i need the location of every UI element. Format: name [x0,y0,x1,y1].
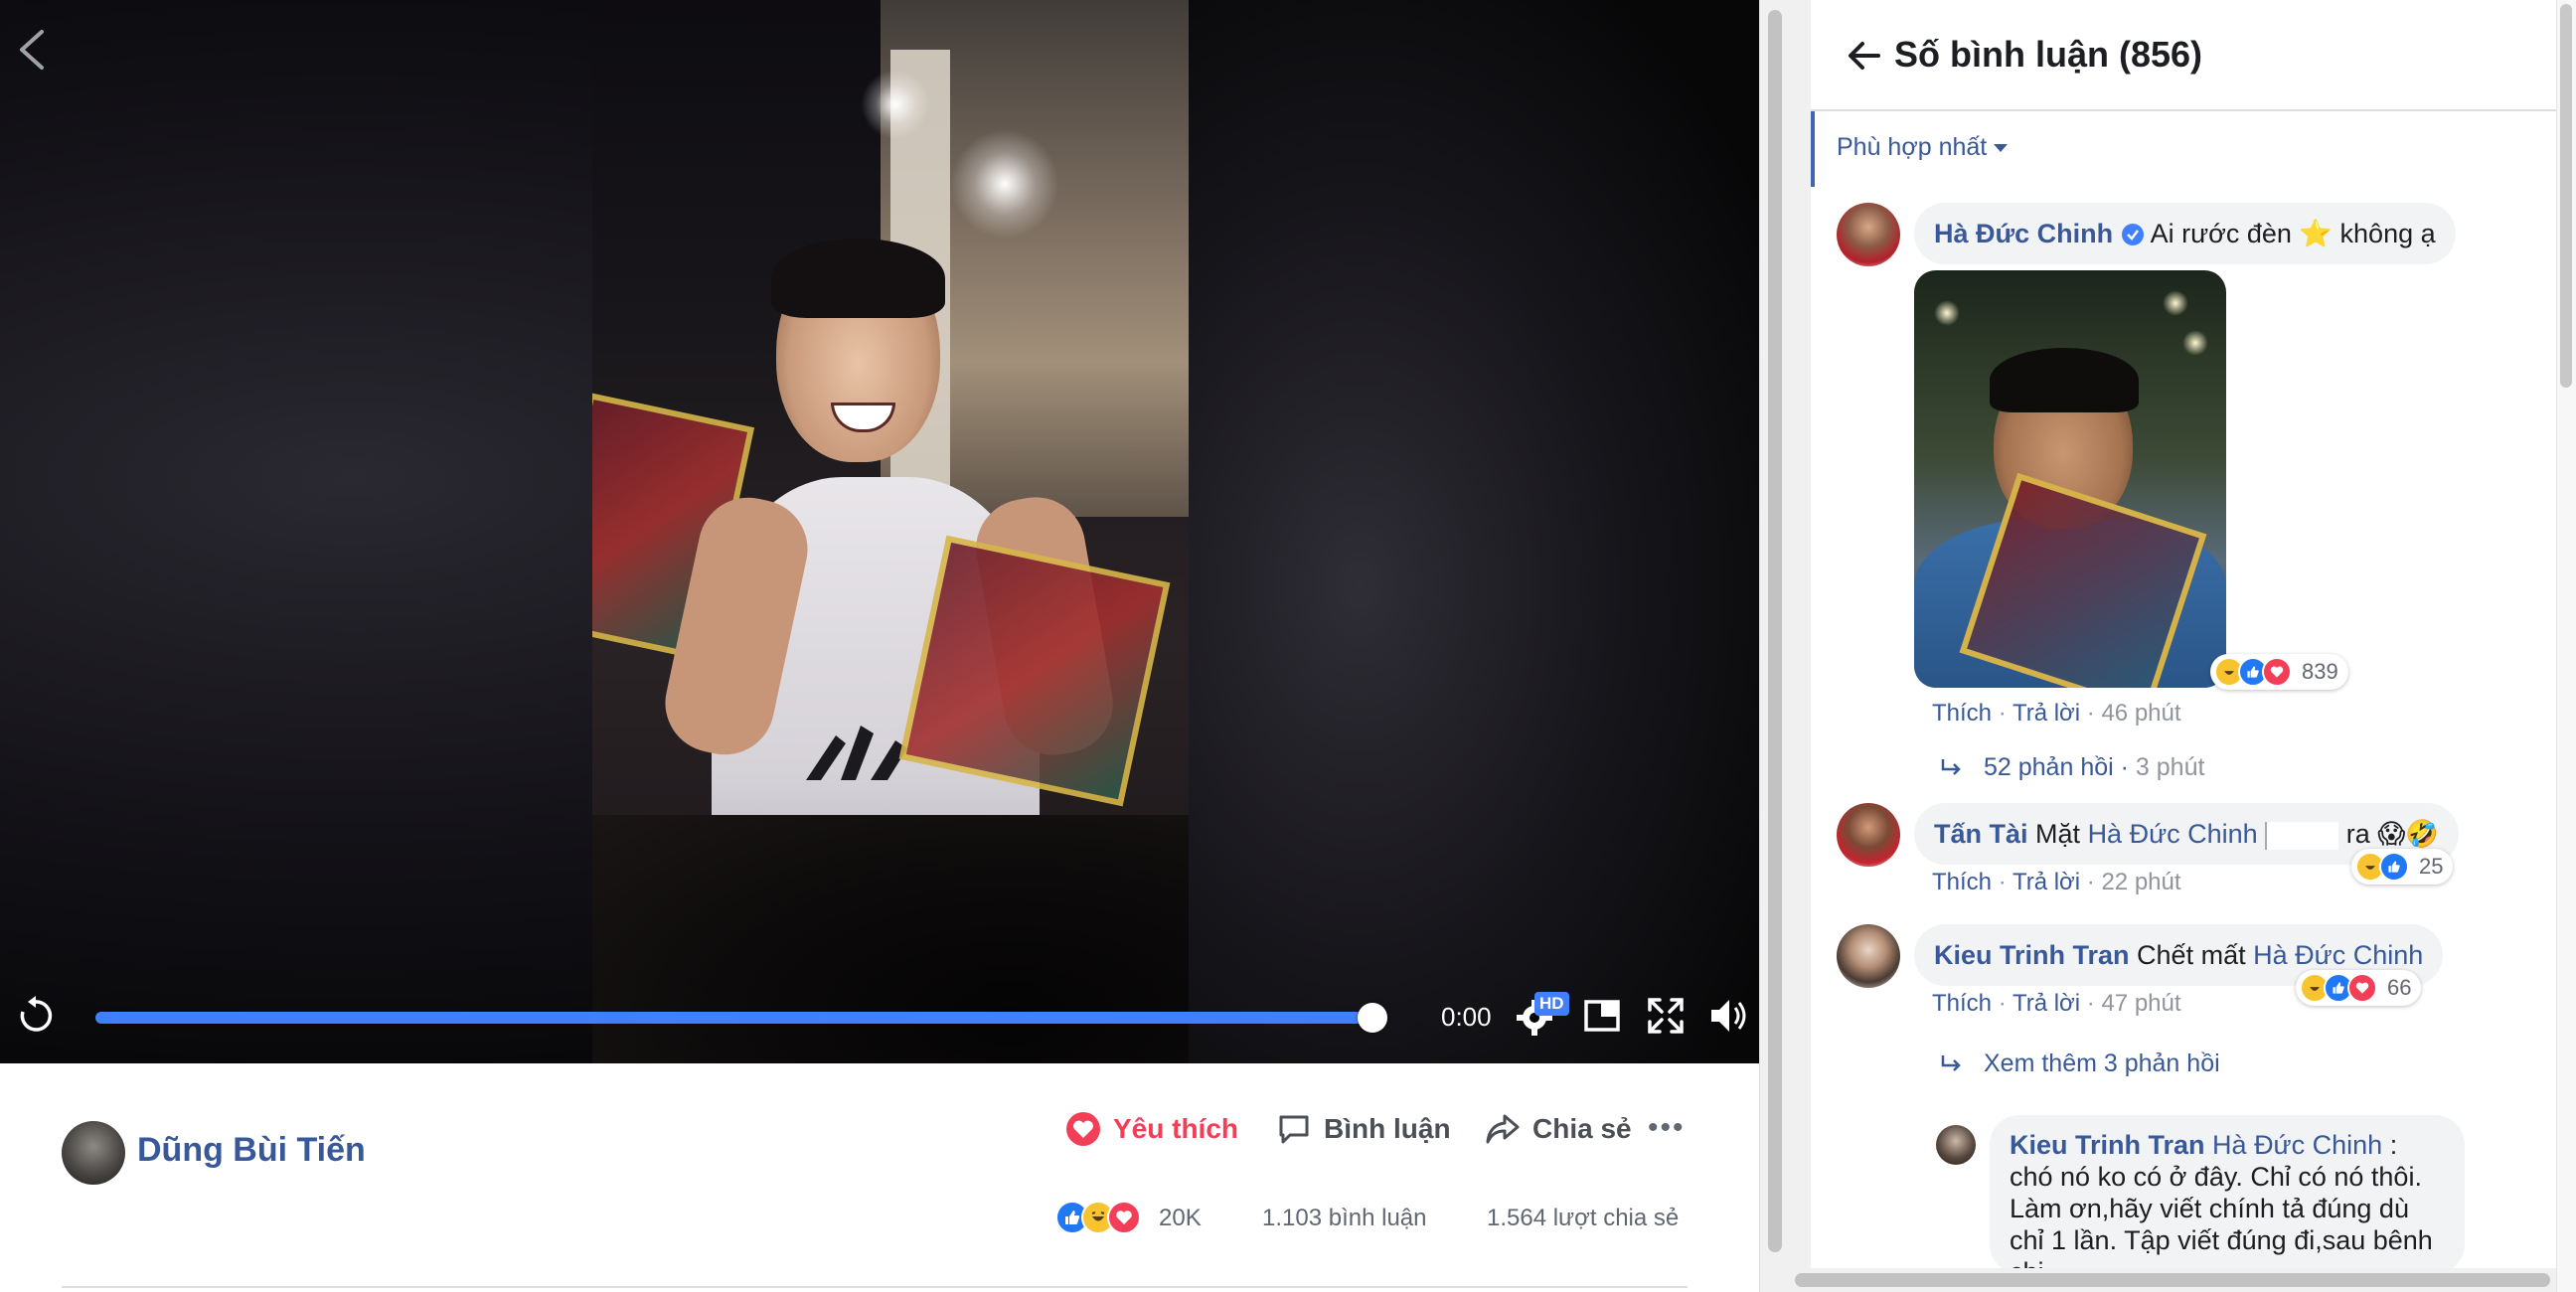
redacted-text [2265,821,2339,850]
photo-light [2163,290,2188,316]
love-heart-icon [1066,1112,1100,1146]
video-progress-bar[interactable] [95,1012,1373,1024]
page-scrollbar[interactable] [1759,0,1811,1292]
view-replies-link[interactable]: 52 phản hồi · 3 phút [1940,753,2204,782]
comment-button[interactable]: Bình luận [1276,1107,1451,1151]
author-avatar[interactable] [62,1121,125,1185]
replies-time: 3 phút [2135,753,2205,781]
comment-text: Ai rước đèn ⭐ không ạ [2150,219,2436,248]
arrow-left-icon[interactable] [1847,38,1882,74]
comment-actions: Thích · Trả lời · 22 phút [1932,869,2181,895]
reply-arrow-icon [1941,1054,1961,1071]
photo-hair [1990,348,2139,412]
view-more-replies-label: Xem thêm 3 phản hồi [1984,1050,2220,1077]
comments-scrollbar-thumb[interactable] [2560,4,2572,388]
post-footer [0,1063,1759,1292]
reply-bubble: Kieu Trinh Tran Hà Đức Chinh : chó nó ko… [1990,1115,2465,1274]
comment-time: 22 phút [2101,869,2181,895]
author-name[interactable]: Dũng Bùi Tiến [137,1131,366,1170]
comment-reactions[interactable]: 839 [2210,654,2348,690]
comments-count[interactable]: 1.103 bình luận [1262,1205,1426,1232]
volume-icon[interactable] [1707,994,1751,1038]
horizontal-scrollbar-thumb[interactable] [1795,1273,2550,1287]
verified-badge-icon [2121,224,2144,245]
comment-reaction-count: 25 [2419,854,2444,879]
comment-text: Chết mất [2137,940,2246,970]
comment-bubble: Hà Đức Chinh Ai rước đèn ⭐ không ạ [1914,203,2456,264]
love-reaction-icon [2347,973,2377,1003]
replay-icon[interactable] [14,994,58,1038]
commenter-avatar[interactable] [1837,203,1900,266]
video-player[interactable]: 0:00 HD [0,0,1759,1063]
page-scrollbar-thumb[interactable] [1768,10,1782,1252]
comment-attached-photo[interactable] [1914,270,2226,688]
commenter-name[interactable]: Hà Đức Chinh [1934,219,2113,248]
comment-actions: Thích · Trả lời · 46 phút [1932,700,2181,727]
comments-panel-title: Số bình luận (856) [1894,34,2203,75]
comment-bubble-icon [1279,1115,1309,1144]
video-person-hair [771,239,945,318]
video-lantern-right [898,535,1171,807]
commenter-name[interactable]: Tấn Tài [1934,819,2028,849]
love-reaction-label: Yêu thích [1113,1113,1239,1144]
shares-count[interactable]: 1.564 lượt chia sẻ [1487,1205,1679,1232]
video-ceiling-light [861,70,930,139]
post-reaction-icons[interactable] [1055,1201,1141,1234]
video-time: 0:00 [1441,1002,1492,1032]
more-options-button[interactable]: ••• [1648,1111,1686,1145]
comment-time: 47 phút [2101,990,2181,1017]
caret-down-icon[interactable] [1994,144,2008,152]
video-ceiling-light [950,129,1059,239]
comment-reactions[interactable]: 25 [2351,849,2454,885]
comment-reaction-count: 839 [2302,659,2338,684]
like-comment-link[interactable]: Thích [1932,990,1992,1017]
commenter-avatar[interactable] [1837,924,1900,988]
reply-comment-link[interactable]: Trả lời [2012,990,2080,1017]
photo-light [1934,300,1960,326]
fullscreen-icon[interactable] [1644,994,1688,1038]
video-frame[interactable] [592,0,1189,1063]
comment-reactions[interactable]: 66 [2296,970,2422,1006]
like-reaction-icon [2379,852,2409,882]
reply-author-name[interactable]: Kieu Trinh Tran [2010,1130,2205,1160]
like-comment-link[interactable]: Thích [1932,700,1992,727]
comment-reaction-count: 66 [2387,975,2412,1000]
commenter-avatar[interactable] [1837,803,1900,867]
comment-text-end: ra 😱🤣 [2345,819,2440,849]
share-arrow-icon [1486,1114,1520,1144]
like-comment-link[interactable]: Thích [1932,869,1992,895]
mention-link[interactable]: Hà Đức Chinh [2253,940,2423,970]
back-chevron-icon[interactable] [12,28,52,72]
replies-count: 52 phản hồi [1984,753,2114,781]
video-crowd-foreground [592,815,1189,1063]
hd-badge: HD [1534,992,1569,1016]
video-backdrop-right [1188,0,1759,1063]
miniplayer-icon[interactable] [1580,994,1624,1038]
love-reaction-button[interactable]: Yêu thích [1065,1107,1238,1151]
commenter-name[interactable]: Kieu Trinh Tran [1934,940,2130,970]
reply-avatar[interactable] [1936,1125,1976,1165]
comment-label: Bình luận [1324,1113,1451,1144]
share-label: Chia sẻ [1532,1113,1632,1144]
comment-actions: Thích · Trả lời · 47 phút [1932,990,2181,1017]
love-reaction-icon [1107,1201,1141,1234]
share-button[interactable]: Chia sẻ [1485,1107,1632,1151]
reply-comment-link[interactable]: Trả lời [2012,869,2080,895]
divider [62,1286,1688,1288]
view-more-replies-link[interactable]: Xem thêm 3 phản hồi [1940,1050,2220,1078]
reaction-count[interactable]: 20K [1159,1205,1202,1232]
comment-text: Mặt [2035,819,2081,849]
comment-time: 46 phút [2101,700,2181,727]
mention-link[interactable]: Hà Đức Chinh [2088,819,2258,849]
love-reaction-icon [2262,657,2292,687]
video-progress-handle[interactable] [1358,1003,1387,1033]
reply-arrow-icon [1941,758,1961,775]
comment-sort-dropdown[interactable]: Phù hợp nhất [1837,133,1987,162]
reply-comment-link[interactable]: Trả lời [2012,700,2080,727]
mention-link[interactable]: Hà Đức Chinh [2212,1130,2382,1160]
photo-light [2182,330,2208,356]
